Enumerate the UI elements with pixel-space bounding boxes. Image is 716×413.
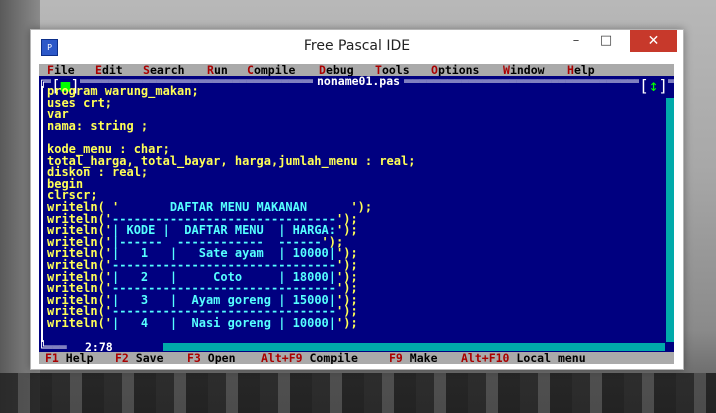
horizontal-scrollbar[interactable] (155, 343, 665, 351)
status-key: F1 (45, 351, 59, 364)
status-label: Local menu (516, 351, 586, 364)
status-key: Alt+F9 (261, 351, 303, 364)
title-bar[interactable]: P Free Pascal IDE – □ ✕ (31, 30, 683, 64)
status-item-save[interactable]: F2 Save (115, 352, 164, 364)
status-key: F2 (115, 351, 129, 364)
editor-window[interactable]: ╔═══════════════════════════════════════… (39, 75, 674, 353)
code-line[interactable]: diskon : real; (47, 166, 659, 179)
close-button[interactable]: ✕ (630, 30, 677, 52)
code-line[interactable]: nama: string ; (47, 120, 659, 133)
editor-filename: noname01.pas (313, 75, 405, 87)
code-area[interactable]: program warung_makan; uses crt; var nama: s… (47, 85, 659, 342)
vertical-scrollbar[interactable] (666, 86, 674, 342)
ide-client-area: File Edit Search Run Compile Debug Tools Option… (39, 64, 674, 364)
status-key: F9 (389, 351, 403, 364)
status-item-help[interactable]: F1 Help (45, 352, 94, 364)
status-item-open[interactable]: F3 Open (187, 352, 236, 364)
status-key: Alt+F10 (461, 351, 510, 364)
editor-left-border (41, 86, 45, 342)
status-item-make[interactable]: F9 Make (389, 352, 438, 364)
code-line[interactable]: uses crt; (47, 97, 659, 110)
status-label: Compile (309, 351, 358, 364)
minimize-button[interactable]: – (561, 30, 591, 52)
horizontal-scroll-thumb[interactable] (155, 343, 163, 351)
code-line[interactable]: program warung_makan; (47, 85, 659, 98)
status-label: Save (135, 351, 164, 364)
maximize-button[interactable]: □ (591, 30, 621, 52)
status-label: Make (409, 351, 438, 364)
desktop-bottom (0, 373, 716, 413)
status-item-local-menu[interactable]: Alt+F10 Local menu (461, 352, 586, 364)
status-item-compile[interactable]: Alt+F9 Compile (261, 352, 358, 364)
code-line[interactable]: begin (47, 178, 659, 191)
status-label: Open (207, 351, 236, 364)
code-line[interactable]: writeln('| 4 | Nasi goreng | 10000|'); (47, 317, 659, 330)
ide-window: P Free Pascal IDE – □ ✕ File Edit Search Ru… (30, 29, 684, 370)
status-label: Help (65, 351, 94, 364)
status-bar: F1 Help F2 Save F3 Open Alt+F9 Compile F9 Ma… (39, 352, 674, 364)
vertical-scroll-thumb[interactable] (666, 86, 674, 98)
status-key: F3 (187, 351, 201, 364)
